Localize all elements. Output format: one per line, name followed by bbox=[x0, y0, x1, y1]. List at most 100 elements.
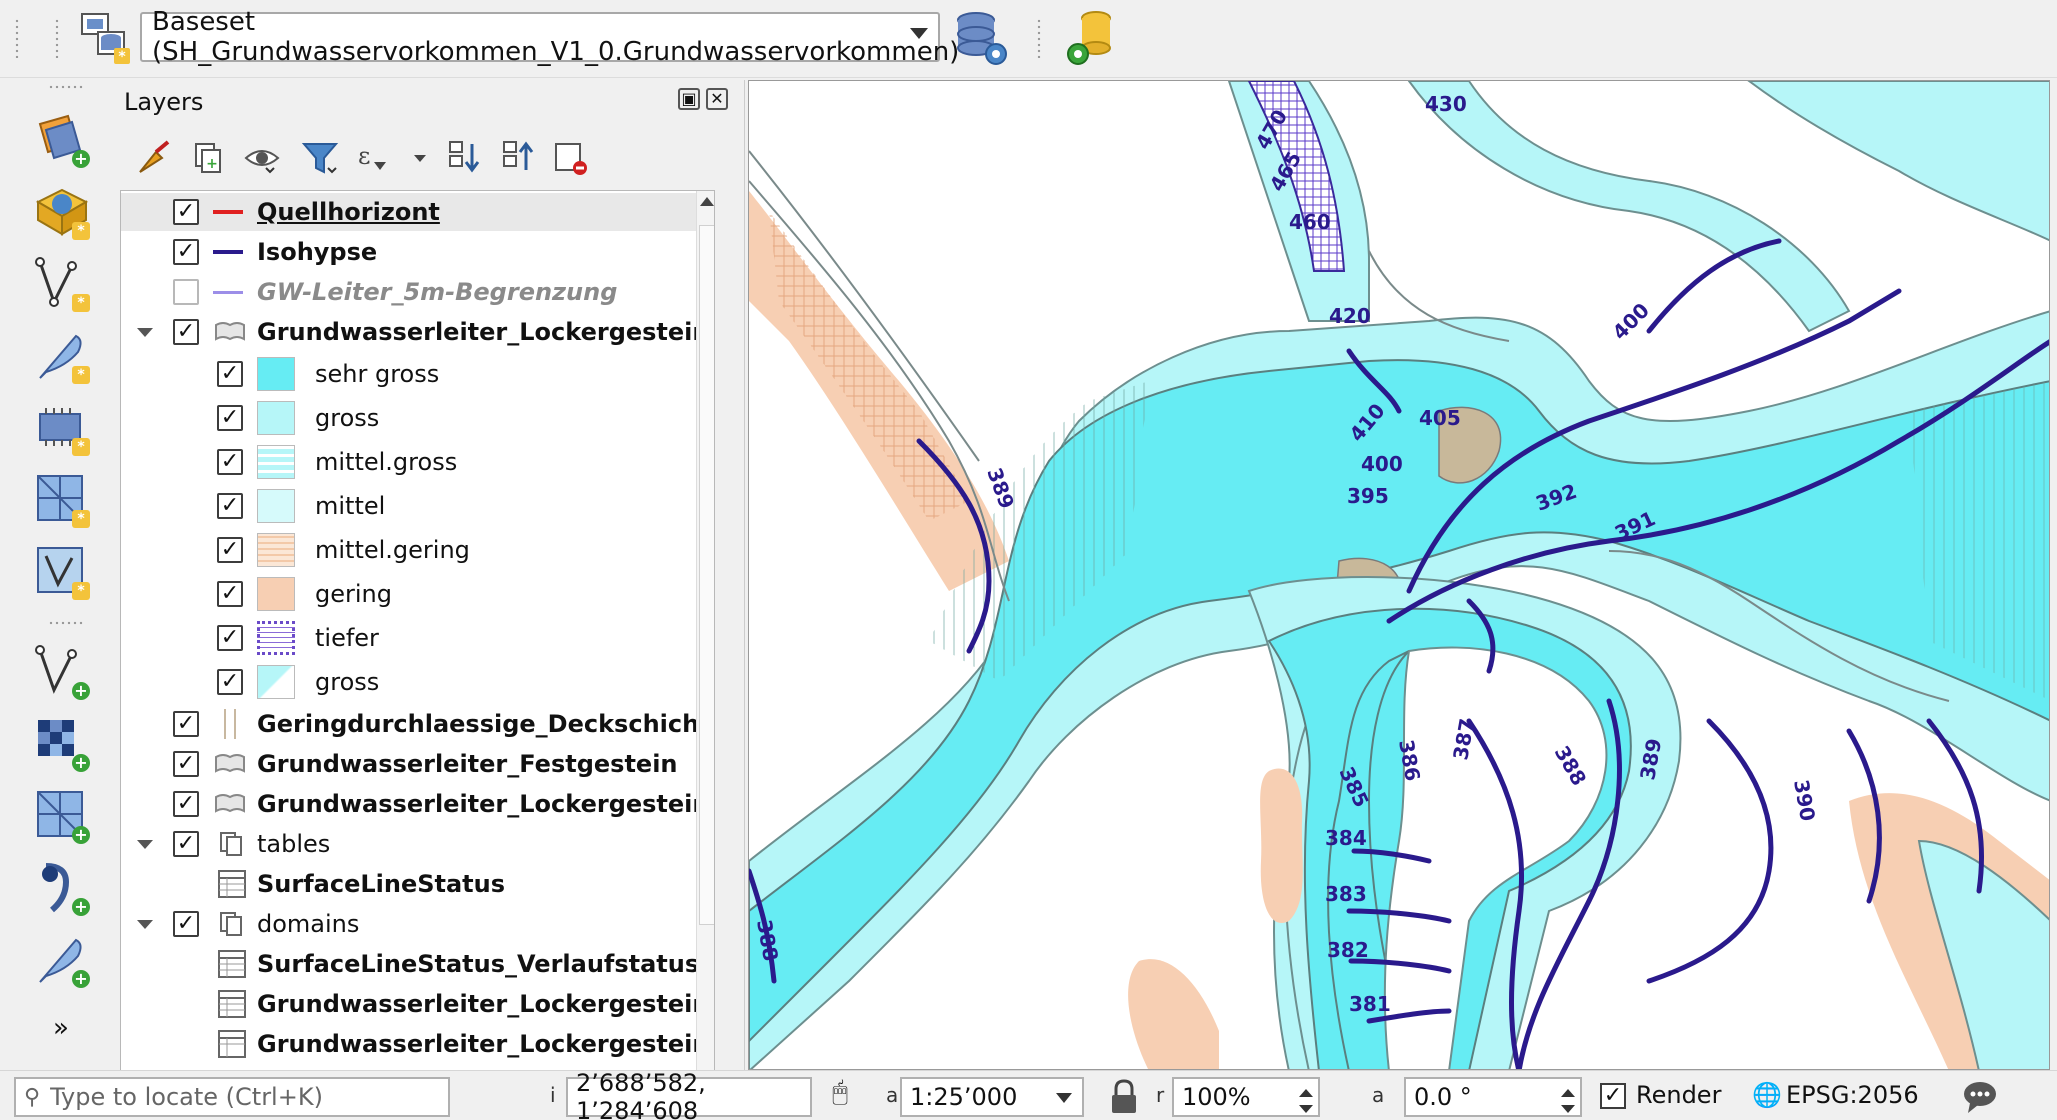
expand-arrow-icon[interactable] bbox=[137, 328, 153, 337]
vlines-symbol bbox=[219, 709, 243, 745]
expand-arrow-icon[interactable] bbox=[137, 840, 153, 849]
class-checkbox[interactable]: ✓ bbox=[217, 361, 243, 387]
add-group-icon[interactable]: + bbox=[186, 136, 230, 180]
map-canvas[interactable]: 430 470 465 460 420 400 410 405 400 395 … bbox=[748, 80, 2050, 1070]
layer-combo[interactable]: Baseset (SH_Grundwasservorkommen_V1_0.Gr… bbox=[140, 7, 959, 67]
add-mesh-icon[interactable]: * bbox=[30, 468, 92, 530]
group-row-tables[interactable]: ✓ tables bbox=[121, 825, 701, 863]
remove-layer-icon[interactable] bbox=[548, 136, 592, 180]
grid-symbol bbox=[257, 621, 295, 655]
toolbar-grip[interactable] bbox=[1036, 18, 1042, 58]
add-raster-icon[interactable]: * bbox=[30, 396, 92, 458]
group-row-domains[interactable]: ✓ domains bbox=[121, 905, 701, 943]
legend-item-tiefer[interactable]: ✓ tiefer bbox=[121, 617, 701, 659]
legend-item-gering[interactable]: ✓ gering bbox=[121, 573, 701, 615]
legend-item-mittel-gering[interactable]: ✓ mittel.gering bbox=[121, 529, 701, 571]
scroll-up-icon[interactable] bbox=[700, 197, 714, 206]
table-row-grundwasserleiter-lockergestein-d[interactable]: Grundwasserleiter_Lockergestein_D bbox=[121, 985, 714, 1023]
layer-row-grundwasserleiter-lockergestein[interactable]: ✓ Grundwasserleiter_Lockergestein bbox=[121, 313, 710, 351]
group-checkbox[interactable]: ✓ bbox=[173, 831, 199, 857]
layer-checkbox[interactable] bbox=[173, 279, 199, 305]
legend-item-mittel[interactable]: ✓ mittel bbox=[121, 485, 701, 527]
layer-combo-value: Baseset (SH_Grundwasservorkommen_V1_0.Gr… bbox=[152, 7, 960, 67]
expand-arrow-icon[interactable] bbox=[137, 920, 153, 929]
expand-all-icon[interactable] bbox=[442, 136, 486, 180]
class-checkbox[interactable]: ✓ bbox=[217, 625, 243, 651]
globe-icon[interactable]: 🌐 bbox=[1752, 1081, 1782, 1109]
map-render: 430 470 465 460 420 400 410 405 400 395 … bbox=[749, 81, 2049, 1069]
style-manager-icon[interactable] bbox=[132, 136, 176, 180]
layer-row-grundwasserleiter-lockergestein-2[interactable]: ✓ Grundwasserleiter_Lockergestein bbox=[121, 785, 710, 823]
rotation-spinner[interactable] bbox=[1558, 1083, 1578, 1119]
fill-symbol bbox=[257, 357, 295, 391]
locator-search[interactable]: ⚲ Type to locate (Ctrl+K) bbox=[14, 1077, 450, 1117]
scale-combo[interactable]: 1:25’000 bbox=[900, 1077, 1084, 1117]
legend-item-gross-diagonal[interactable]: ✓ gross bbox=[121, 661, 701, 703]
status-bar: ⚲ Type to locate (Ctrl+K) i 2’688’582, 1… bbox=[0, 1069, 2057, 1120]
add-layer-icon[interactable]: + bbox=[30, 108, 92, 170]
lock-icon[interactable] bbox=[1106, 1077, 1142, 1117]
new-raster-icon[interactable]: + bbox=[30, 712, 92, 774]
class-checkbox[interactable]: ✓ bbox=[217, 669, 243, 695]
add-wms-icon[interactable]: * bbox=[30, 180, 92, 242]
class-checkbox[interactable]: ✓ bbox=[217, 581, 243, 607]
tree-vertical-scrollbar[interactable] bbox=[696, 191, 714, 1109]
scroll-thumb[interactable] bbox=[699, 225, 714, 925]
layer-row-grundwasserleiter-festgestein[interactable]: ✓ Grundwasserleiter_Festgestein bbox=[121, 745, 701, 783]
layer-checkbox[interactable]: ✓ bbox=[173, 751, 199, 777]
new-spatialite-icon[interactable]: + bbox=[30, 856, 92, 918]
more-chevron-icon[interactable]: » bbox=[30, 1010, 92, 1046]
layer-checkbox[interactable]: ✓ bbox=[173, 199, 199, 225]
add-vector-icon[interactable]: * bbox=[30, 252, 92, 314]
toolbar-grip[interactable] bbox=[48, 620, 84, 626]
filter-legend-icon[interactable] bbox=[298, 136, 342, 180]
toggle-extents-icon[interactable]: 🖱 bbox=[820, 1077, 860, 1117]
database-import-icon[interactable] bbox=[1060, 8, 1120, 68]
chevron-down-icon[interactable] bbox=[408, 136, 432, 180]
visibility-icon[interactable] bbox=[240, 136, 284, 180]
layer-checkbox[interactable]: ✓ bbox=[173, 239, 199, 265]
crs-label[interactable]: EPSG:2056 bbox=[1786, 1081, 1919, 1109]
layer-row-gw-leiter[interactable]: GW-Leiter_5m-Begrenzung bbox=[121, 273, 701, 311]
coordinate-field[interactable]: 2’688’582, 1’284’608 bbox=[566, 1069, 812, 1120]
new-temporary-icon[interactable]: + bbox=[30, 928, 92, 990]
legend-item-gross[interactable]: ✓ gross bbox=[121, 397, 701, 439]
toolbar-grip[interactable] bbox=[48, 84, 84, 90]
close-panel-icon[interactable]: ✕ bbox=[706, 88, 728, 110]
new-mesh-icon[interactable]: + bbox=[30, 784, 92, 846]
table-row-grundwasserleiter-lockergestein-d-2[interactable]: Grundwasserleiter_Lockergestein_D bbox=[121, 1025, 714, 1063]
add-virtual-layer-icon[interactable]: * bbox=[30, 540, 92, 602]
toolbar-grip[interactable] bbox=[14, 18, 20, 58]
database-settings-icon[interactable] bbox=[950, 8, 1010, 68]
render-checkbox[interactable]: ✓ bbox=[1600, 1083, 1626, 1109]
layer-checkbox[interactable]: ✓ bbox=[173, 319, 199, 345]
legend-item-sehr-gross[interactable]: ✓ sehr gross bbox=[121, 353, 701, 395]
search-icon: ⚲ bbox=[24, 1084, 41, 1110]
toolbar-grip[interactable] bbox=[54, 18, 60, 58]
new-vector-icon[interactable]: + bbox=[30, 640, 92, 702]
rotation-field[interactable]: 0.0 ° bbox=[1404, 1077, 1582, 1117]
magnifier-spinner[interactable] bbox=[1296, 1083, 1316, 1119]
legend-item-mittel-gross[interactable]: ✓ mittel.gross bbox=[121, 441, 701, 483]
collapse-all-icon[interactable] bbox=[496, 136, 540, 180]
fill-symbol bbox=[257, 489, 295, 523]
class-checkbox[interactable]: ✓ bbox=[217, 493, 243, 519]
layer-row-quellhorizont[interactable]: ✓ Quellhorizont bbox=[121, 193, 701, 231]
layer-checkbox[interactable]: ✓ bbox=[173, 791, 199, 817]
expression-filter-icon[interactable]: ε bbox=[352, 136, 396, 180]
class-name: sehr gross bbox=[315, 360, 440, 388]
layer-checkbox[interactable]: ✓ bbox=[173, 711, 199, 737]
class-checkbox[interactable]: ✓ bbox=[217, 449, 243, 475]
layer-row-isohypse[interactable]: ✓ Isohypse bbox=[121, 233, 701, 271]
table-row-surfacelinestatus-verlaufstatus[interactable]: SurfaceLineStatus_Verlaufstatus bbox=[121, 945, 701, 983]
magnifier-field[interactable]: 100% bbox=[1172, 1077, 1320, 1117]
class-checkbox[interactable]: ✓ bbox=[217, 405, 243, 431]
messages-icon[interactable] bbox=[1960, 1077, 2000, 1117]
group-checkbox[interactable]: ✓ bbox=[173, 911, 199, 937]
add-feather-icon[interactable]: * bbox=[30, 324, 92, 386]
float-panel-icon[interactable]: ▣ bbox=[678, 88, 700, 110]
class-checkbox[interactable]: ✓ bbox=[217, 537, 243, 563]
layer-row-geringdurchlaessige-deckschicht[interactable]: ✓ Geringdurchlaessige_Deckschicht bbox=[121, 705, 711, 745]
table-row-surfacelinestatus[interactable]: SurfaceLineStatus bbox=[121, 865, 701, 903]
layer-config-icon[interactable]: * bbox=[78, 10, 134, 66]
